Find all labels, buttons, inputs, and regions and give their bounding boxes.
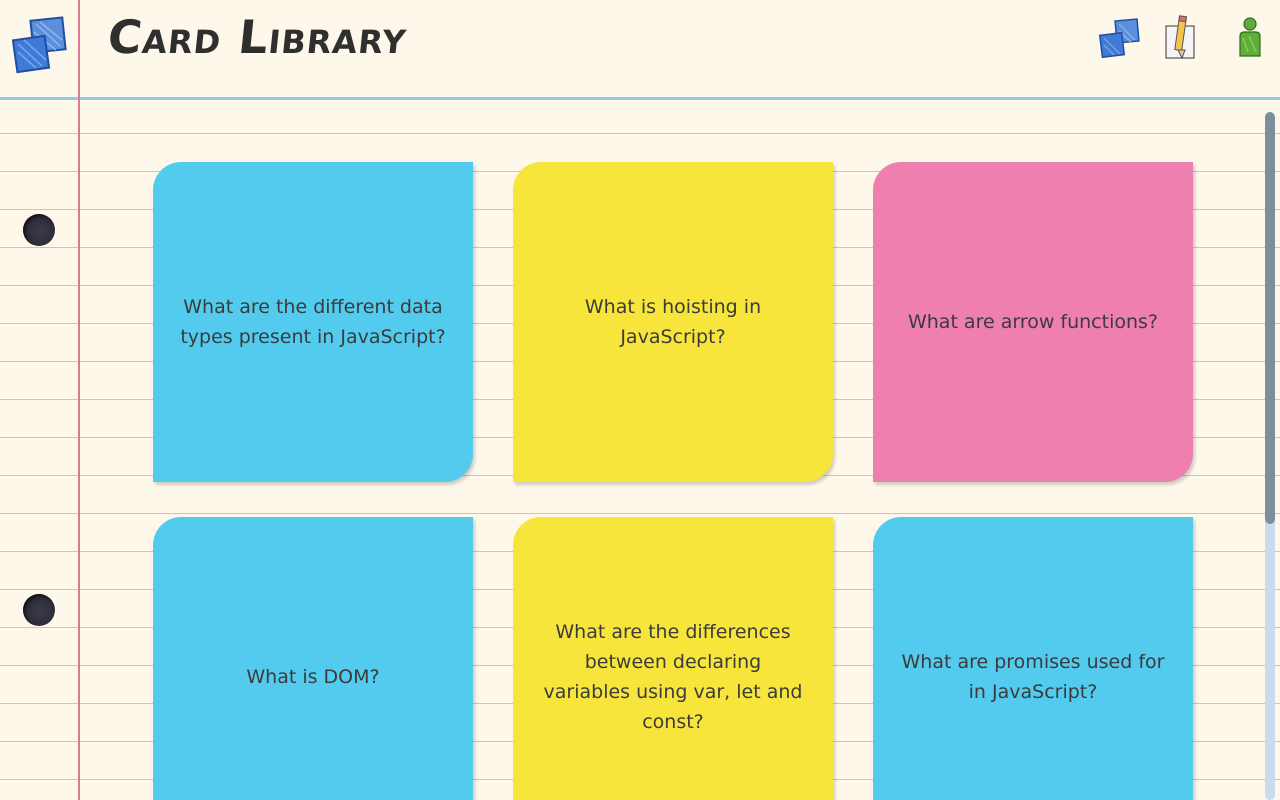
scrollbar-thumb[interactable] (1265, 112, 1275, 524)
app-header: Card Library (0, 0, 1280, 100)
app-logo-icon (12, 16, 67, 74)
flash-card[interactable]: What are promises used for in JavaScript… (873, 517, 1193, 800)
flash-card[interactable]: What is DOM? (153, 517, 473, 800)
binder-hole (23, 594, 55, 626)
card-question: What are the different data types presen… (180, 296, 446, 348)
binder-hole (23, 214, 55, 246)
card-question: What are arrow functions? (907, 311, 1159, 333)
card-question: What are promises used for in JavaScript… (901, 651, 1165, 703)
flash-card[interactable]: What are arrow functions? (873, 162, 1193, 482)
margin-line (78, 0, 80, 800)
cards-icon[interactable] (1098, 14, 1142, 62)
notebook-page: Card Library What are the different data… (0, 0, 1280, 800)
user-icon[interactable] (1234, 14, 1266, 62)
card-question: What is DOM? (246, 666, 380, 688)
flash-card[interactable]: What are the differences between declari… (513, 517, 833, 800)
flash-card[interactable]: What is hoisting in JavaScript? (513, 162, 833, 482)
edit-pencil-icon[interactable] (1162, 14, 1198, 62)
card-question: What are the differences between declari… (543, 621, 803, 733)
page-title: Card Library (105, 10, 410, 64)
flash-card[interactable]: What are the different data types presen… (153, 162, 473, 482)
card-question: What is hoisting in JavaScript? (584, 296, 762, 348)
